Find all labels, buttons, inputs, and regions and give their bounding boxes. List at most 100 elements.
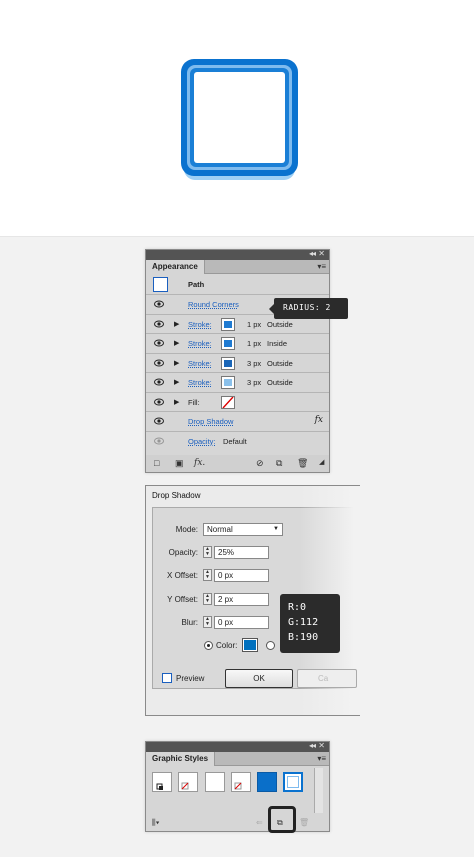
stroke-weight: 1 px — [247, 339, 262, 348]
stroke-row[interactable]: ▶ Stroke: 3 px Outside — [146, 354, 329, 373]
stroke-swatch[interactable] — [221, 317, 235, 331]
tab-graphic-styles[interactable]: Graphic Styles — [146, 752, 216, 766]
graphic-style-swatch[interactable] — [178, 772, 198, 792]
expand-triangle-icon[interactable]: ▶ — [174, 339, 179, 347]
eye-icon[interactable] — [154, 339, 164, 347]
stroke-swatch[interactable] — [221, 337, 235, 350]
delete-style-icon[interactable]: 🗑 — [299, 818, 309, 827]
mode-label: Mode: — [175, 525, 198, 534]
stroke-swatch[interactable] — [221, 356, 235, 370]
rgb-green: G:112 — [288, 617, 319, 628]
rgb-tooltip: R:0 G:112 B:190 — [280, 594, 340, 653]
stroke-link[interactable]: Stroke: — [188, 378, 212, 387]
style-preview-icon — [181, 782, 189, 790]
scrollbar[interactable] — [314, 768, 323, 813]
graphic-style-swatch[interactable] — [257, 772, 277, 792]
panel-tab-row: Appearance ▾≡ — [146, 260, 329, 274]
path-row[interactable]: Path — [146, 274, 329, 295]
break-link-icon[interactable]: ⇐ — [256, 818, 263, 827]
close-icon[interactable]: ✕ — [318, 249, 325, 258]
opacity-value: Default — [223, 436, 247, 446]
close-icon[interactable]: ✕ — [318, 741, 325, 750]
stroke-link[interactable]: Stroke: — [188, 359, 212, 368]
stroke-align: Outside — [267, 378, 293, 387]
color-radio[interactable] — [204, 641, 213, 650]
drop-shadow-link[interactable]: Drop Shadow — [188, 417, 233, 426]
expand-triangle-icon[interactable]: ▶ — [174, 359, 179, 367]
stroke-link[interactable]: Stroke: — [188, 320, 212, 329]
style-libraries-icon[interactable]: ⫼▾ — [152, 818, 160, 828]
eye-icon[interactable] — [154, 378, 164, 386]
blur-label: Blur: — [181, 618, 198, 627]
new-graphic-style-highlight — [268, 806, 296, 833]
stroke-link[interactable]: Stroke: — [188, 339, 212, 348]
blur-field[interactable]: 0 px — [214, 616, 269, 629]
appearance-panel: ◂◂ ✕ Appearance ▾≡ Path Round Corners ▶ … — [145, 249, 330, 473]
stroke-row[interactable]: ▶ Stroke: 3 px Outside — [146, 373, 329, 393]
panel-titlebar[interactable]: ◂◂ ✕ — [146, 741, 329, 752]
cancel-button[interactable]: Ca — [297, 669, 357, 688]
clear-appearance-icon[interactable]: ⊘ — [256, 458, 264, 469]
panel-tab-row: Graphic Styles ▾≡ — [146, 752, 329, 766]
stroke-weight: 3 px — [247, 358, 262, 368]
ok-button[interactable]: OK — [225, 669, 293, 688]
rounded-square-artwork — [181, 59, 298, 180]
shadow-color-swatch[interactable] — [242, 638, 258, 652]
expand-triangle-icon[interactable]: ▶ — [174, 378, 179, 386]
opacity-field[interactable]: 25% — [214, 546, 269, 559]
blur-stepper[interactable]: ▲ ▼ — [203, 616, 212, 628]
expand-triangle-icon[interactable]: ▶ — [174, 398, 179, 406]
round-corners-link[interactable]: Round Corners — [188, 300, 239, 309]
eye-icon[interactable] — [154, 300, 164, 308]
stroke-align: Outside — [267, 358, 293, 368]
fill-none-swatch[interactable] — [221, 395, 235, 409]
graphic-style-swatch[interactable] — [231, 772, 251, 792]
y-offset-stepper[interactable]: ▲ ▼ — [203, 593, 212, 605]
path-label: Path — [188, 280, 205, 289]
collapse-icon[interactable]: ◂◂ — [309, 741, 316, 750]
duplicate-item-icon[interactable]: ⧉ — [276, 458, 282, 469]
drop-shadow-row[interactable]: Drop Shadow fx — [146, 412, 329, 432]
preview-checkbox[interactable] — [162, 673, 172, 683]
expand-triangle-icon[interactable]: ▶ — [174, 320, 179, 328]
opacity-label: Opacity: — [168, 548, 198, 557]
stroke-swatch[interactable] — [221, 376, 235, 389]
appearance-toolbar: □ ▣ fx. ⊘ ⧉ 🗑 ◢ — [146, 455, 329, 472]
darkness-radio[interactable] — [266, 641, 275, 650]
color-label: Color: — [216, 641, 238, 650]
add-stroke-icon[interactable]: □ — [154, 458, 159, 468]
eye-icon[interactable] — [154, 359, 164, 367]
collapse-icon[interactable]: ◂◂ — [309, 249, 316, 258]
panel-menu-icon[interactable]: ▾≡ — [317, 754, 326, 763]
stroke-row[interactable]: ▶ Stroke: 1 px Inside — [146, 334, 329, 354]
eye-icon[interactable] — [154, 417, 164, 425]
fill-row[interactable]: ▶ Fill: — [146, 393, 329, 412]
panel-titlebar[interactable]: ◂◂ ✕ — [146, 249, 329, 260]
x-offset-label: X Offset: — [167, 571, 198, 580]
default-style-icon — [156, 783, 163, 790]
x-offset-stepper[interactable]: ▲ ▼ — [203, 569, 212, 581]
graphic-style-swatch[interactable] — [152, 772, 172, 792]
eye-icon[interactable] — [154, 437, 164, 445]
add-effect-button[interactable]: fx. — [194, 458, 205, 468]
no-fill-icon — [222, 396, 234, 408]
eye-icon[interactable] — [154, 320, 164, 328]
tab-appearance[interactable]: Appearance — [146, 260, 205, 274]
fill-label: Fill: — [188, 397, 200, 407]
add-fill-icon[interactable]: ▣ — [175, 458, 184, 469]
eye-icon[interactable] — [154, 398, 164, 406]
opacity-link[interactable]: Opacity: — [188, 437, 216, 446]
x-offset-field[interactable]: 0 px — [214, 569, 269, 582]
delete-item-icon[interactable]: 🗑 — [297, 458, 308, 469]
graphic-style-swatch[interactable] — [283, 772, 303, 792]
path-thumbnail — [153, 277, 168, 292]
resize-grip-icon[interactable]: ◢ — [319, 458, 324, 466]
opacity-row[interactable]: Opacity: Default — [146, 432, 329, 452]
style-preview-icon — [234, 782, 242, 790]
fx-icon[interactable]: fx — [315, 415, 323, 425]
graphic-style-swatch[interactable] — [205, 772, 225, 792]
panel-menu-icon[interactable]: ▾≡ — [317, 262, 326, 271]
opacity-stepper[interactable]: ▲ ▼ — [203, 546, 212, 558]
y-offset-field[interactable]: 2 px — [214, 593, 269, 606]
mode-select[interactable]: Normal ▼ — [203, 523, 283, 536]
